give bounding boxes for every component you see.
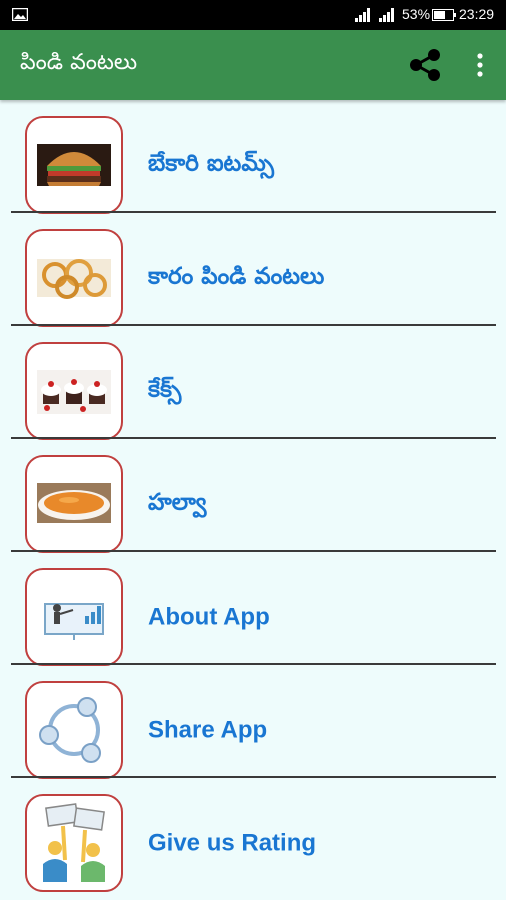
menu-item-thumbnail [25, 116, 123, 214]
menu-item-label: Share App [148, 715, 268, 743]
menu-item-bakery[interactable]: బేకారి ఐటమ్స్ [0, 100, 496, 214]
menu-item-label: కారం పిండి వంటలు [148, 263, 325, 290]
murukku-image [37, 259, 111, 299]
more-vert-icon [477, 53, 483, 77]
menu-item-rating[interactable]: Give us Rating [0, 778, 496, 892]
clock: 23:29 [459, 6, 495, 22]
battery-percent: 53% [402, 6, 431, 22]
menu-item-thumbnail [25, 568, 123, 666]
halwa-image [37, 483, 111, 523]
status-bar: 53% 23:29 [0, 0, 506, 30]
burger-image [37, 144, 111, 186]
menu-item-label: బేకారి ఐటమ్స్ [148, 150, 274, 177]
menu-item-thumbnail [25, 342, 123, 440]
menu-item-about-app[interactable]: About App [0, 552, 496, 666]
menu-item-label: హల్వా [148, 489, 207, 516]
menu-item-thumbnail [25, 794, 123, 892]
menu-item-cakes[interactable]: కేక్స్ [0, 326, 496, 440]
app-title: పిండి వంటలు [20, 50, 138, 75]
menu-item-share-app[interactable]: Share App [0, 665, 496, 779]
menu-item-thumbnail [25, 681, 123, 779]
cupcakes-image [37, 370, 111, 414]
rating-people-icon [43, 803, 105, 882]
share-circle-icon [39, 697, 101, 763]
menu-item-label: About App [148, 602, 270, 630]
menu-item-halwa[interactable]: హల్వా [0, 439, 496, 553]
menu-item-thumbnail [25, 455, 123, 553]
battery-icon [432, 9, 456, 21]
signal-icon [379, 8, 394, 22]
menu-item-label: కేక్స్ [148, 376, 182, 403]
gallery-icon [12, 8, 28, 21]
more-options-button[interactable] [468, 47, 492, 83]
menu-item-thumbnail [25, 229, 123, 327]
menu-item-savory-snacks[interactable]: కారం పిండి వంటలు [0, 213, 496, 327]
presentation-icon [44, 603, 104, 640]
app-bar: పిండి వంటలు [0, 30, 506, 100]
share-button[interactable] [406, 47, 444, 83]
menu-item-label: Give us Rating [148, 828, 317, 856]
share-icon [410, 49, 440, 81]
signal-icon [355, 8, 370, 22]
